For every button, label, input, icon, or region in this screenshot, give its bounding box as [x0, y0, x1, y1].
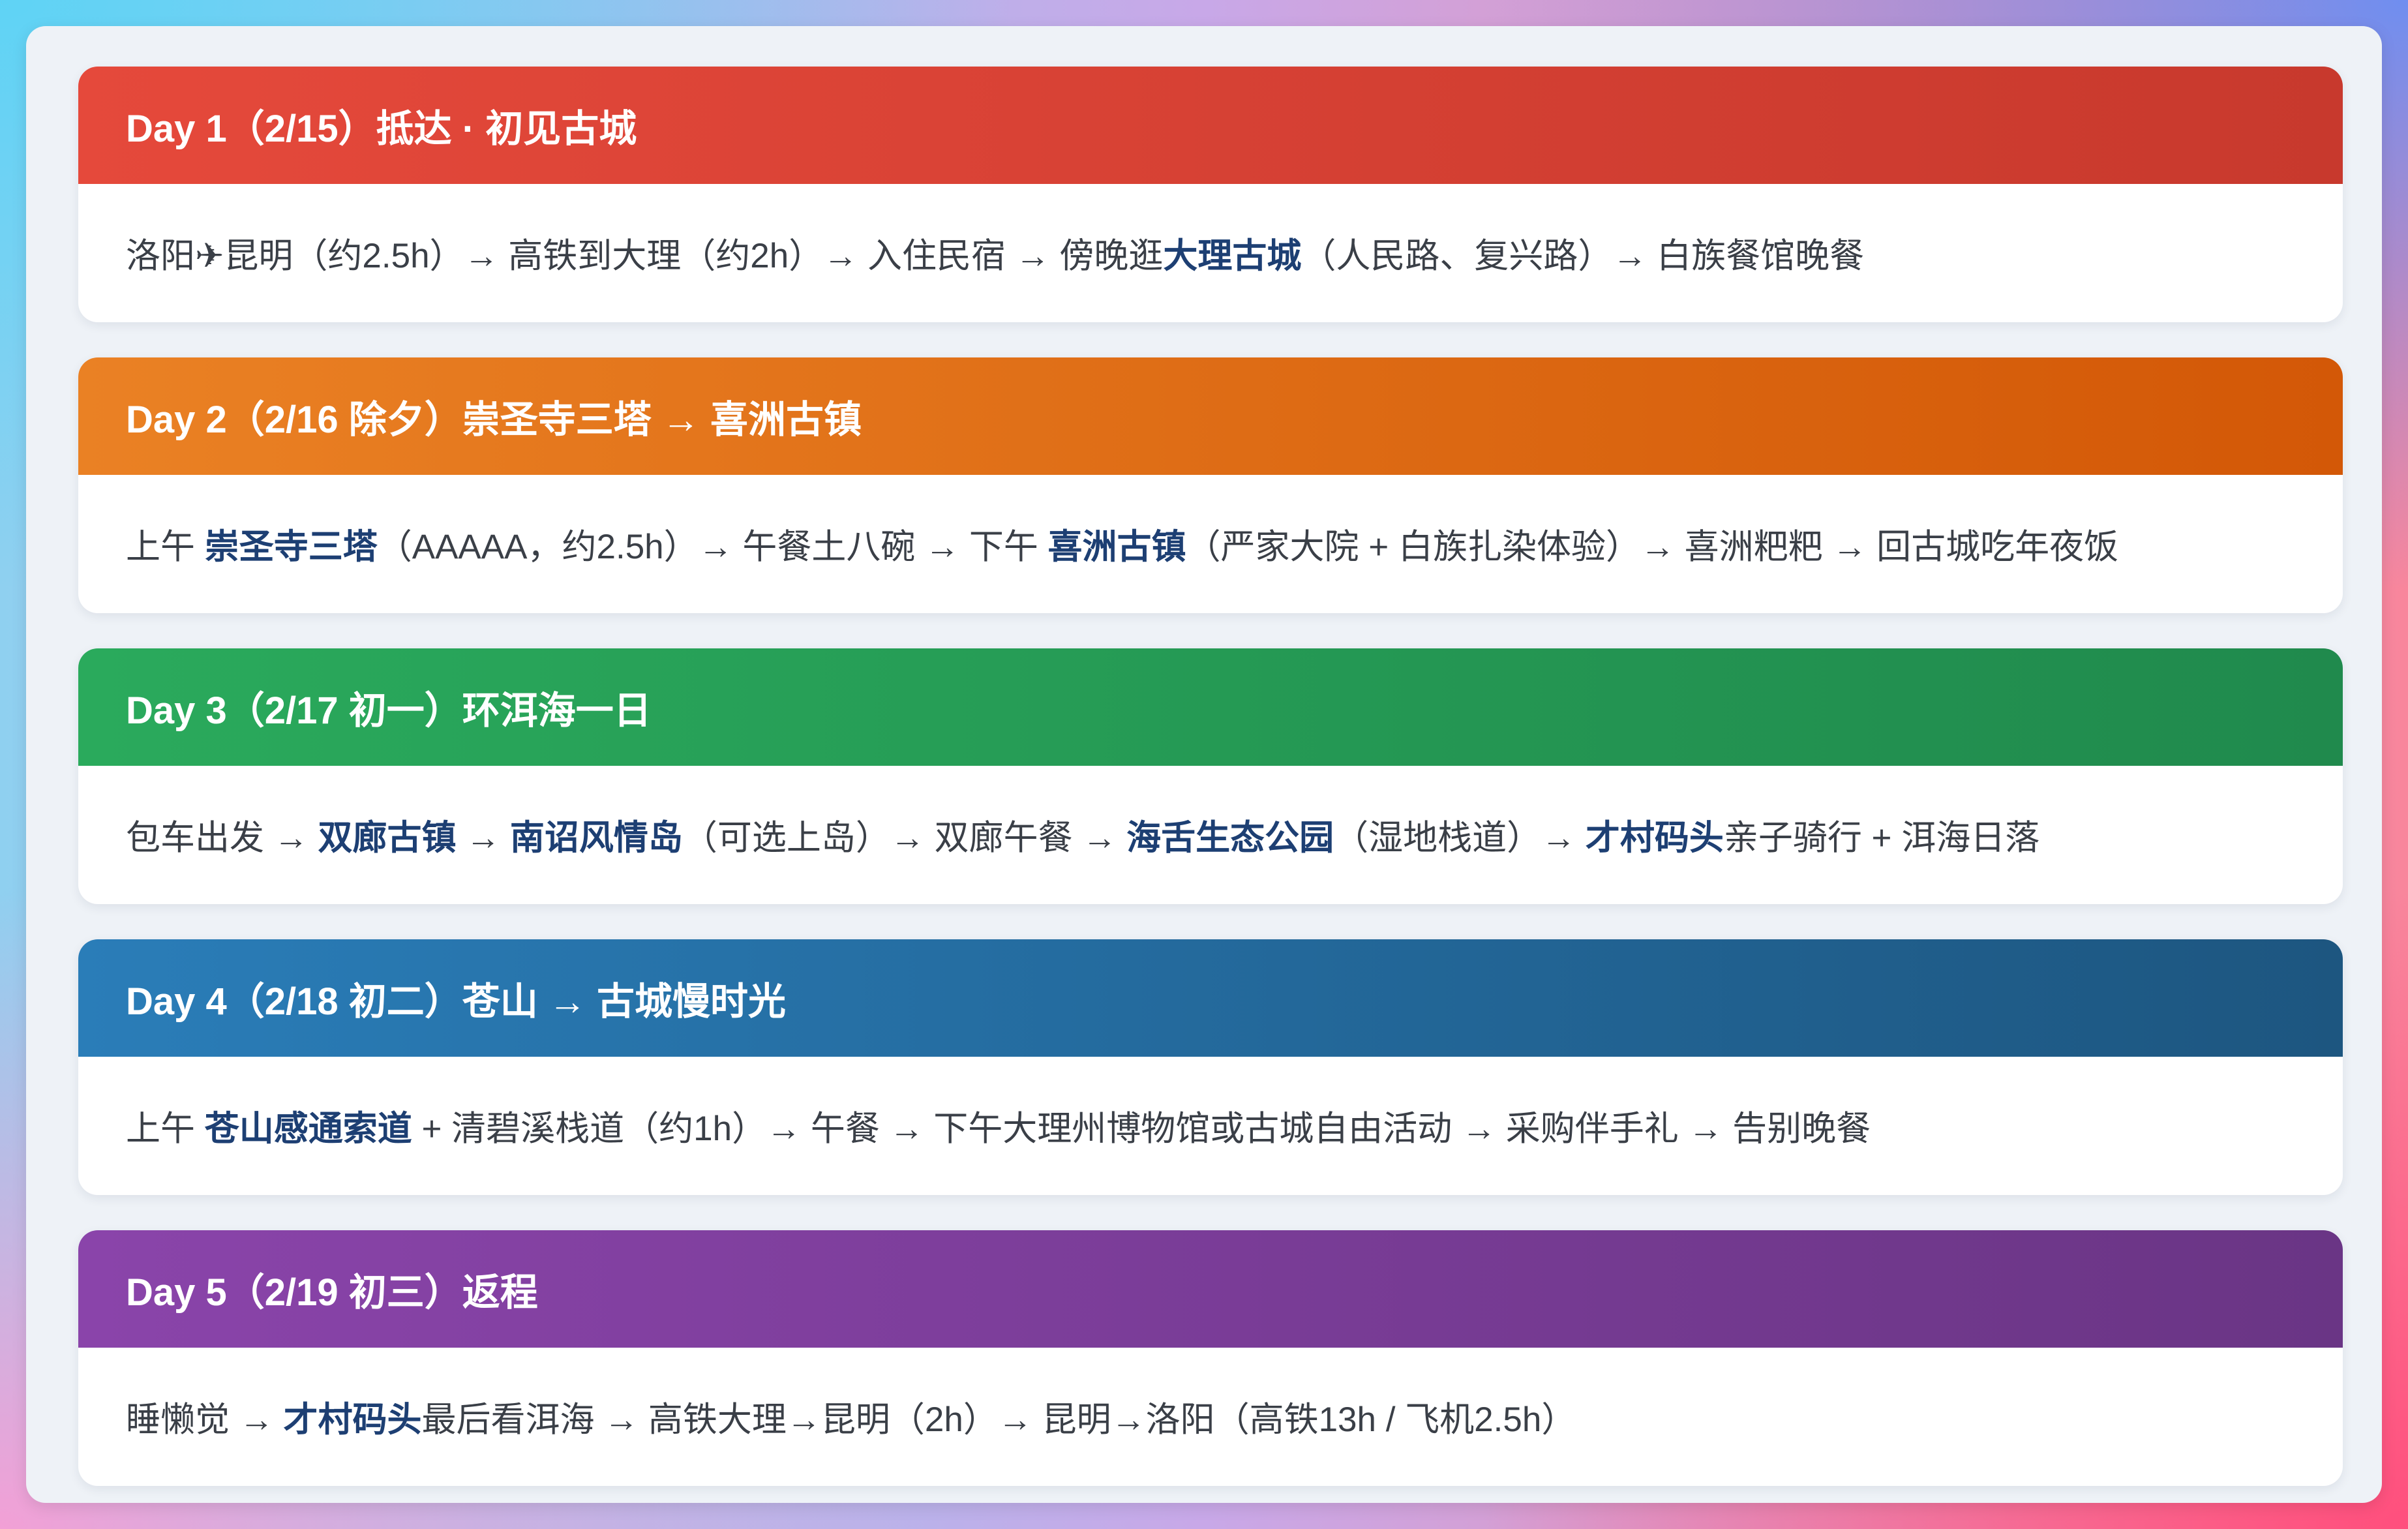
- day-header-2: Day 2（2/16 除夕）崇圣寺三塔 → 喜洲古镇: [78, 357, 2343, 475]
- day-title: Day 1（2/15）抵达 · 初见古城: [126, 108, 637, 150]
- day-card-1: Day 1（2/15）抵达 · 初见古城 洛阳✈昆明（约2.5h）→ 高铁到大理…: [78, 67, 2343, 322]
- route-text: （可选上岛）→ 双廊午餐 →: [682, 819, 1127, 857]
- route-text: （人民路、复兴路）→ 白族餐馆晚餐: [1301, 237, 1865, 275]
- route-highlight: 海舌生态公园: [1126, 819, 1334, 857]
- route-text: 睡懒觉 →: [126, 1400, 284, 1439]
- route-text: （AAAAA，约2.5h）→ 午餐土八碗 → 下午: [377, 528, 1048, 566]
- route-text: + 清碧溪栈道（约1h）→ 午餐 → 下午大理州博物馆或古城自由活动 → 采购伴…: [412, 1110, 1871, 1148]
- day-body-3: 包车出发 → 双廊古镇 → 南诏风情岛（可选上岛）→ 双廊午餐 → 海舌生态公园…: [78, 766, 2343, 904]
- itinerary-panel: Day 1（2/15）抵达 · 初见古城 洛阳✈昆明（约2.5h）→ 高铁到大理…: [26, 26, 2382, 1503]
- route-highlight: 喜洲古镇: [1047, 528, 1186, 566]
- day-card-4: Day 4（2/18 初二）苍山 → 古城慢时光 上午 苍山感通索道 + 清碧溪…: [78, 939, 2343, 1195]
- route-text: 包车出发 →: [126, 819, 318, 857]
- route-highlight: 南诏风情岛: [509, 819, 683, 857]
- day-header-4: Day 4（2/18 初二）苍山 → 古城慢时光: [78, 939, 2343, 1057]
- route-text: 洛阳✈昆明（约2.5h）→ 高铁到大理（约2h）→ 入住民宿 → 傍晚逛: [126, 237, 1164, 275]
- route-text: 最后看洱海 → 高铁大理→昆明（2h）→ 昆明→洛阳（高铁13h / 飞机2.5…: [421, 1400, 1576, 1439]
- day-card-2: Day 2（2/16 除夕）崇圣寺三塔 → 喜洲古镇 上午 崇圣寺三塔（AAAA…: [78, 357, 2343, 613]
- day-title: Day 3（2/17 初一）环洱海一日: [126, 689, 652, 732]
- day-title: Day 4（2/18 初二）苍山 → 古城慢时光: [126, 980, 786, 1023]
- day-title: Day 2（2/16 除夕）崇圣寺三塔 → 喜洲古镇: [126, 399, 862, 441]
- route-highlight: 大理古城: [1163, 237, 1302, 275]
- route-highlight: 双廊古镇: [318, 819, 457, 857]
- route-text: （湿地栈道）→: [1334, 819, 1586, 857]
- route-text: 上午: [126, 528, 205, 566]
- route-highlight: 苍山感通索道: [204, 1110, 412, 1148]
- day-body-4: 上午 苍山感通索道 + 清碧溪栈道（约1h）→ 午餐 → 下午大理州博物馆或古城…: [78, 1057, 2343, 1195]
- day-card-5: Day 5（2/19 初三）返程 睡懒觉 → 才村码头最后看洱海 → 高铁大理→…: [78, 1230, 2343, 1486]
- day-list: Day 1（2/15）抵达 · 初见古城 洛阳✈昆明（约2.5h）→ 高铁到大理…: [78, 67, 2343, 1486]
- day-body-1: 洛阳✈昆明（约2.5h）→ 高铁到大理（约2h）→ 入住民宿 → 傍晚逛大理古城…: [78, 184, 2343, 322]
- day-route: 睡懒觉 → 才村码头最后看洱海 → 高铁大理→昆明（2h）→ 昆明→洛阳（高铁1…: [126, 1392, 1576, 1442]
- day-route: 洛阳✈昆明（约2.5h）→ 高铁到大理（约2h）→ 入住民宿 → 傍晚逛大理古城…: [126, 228, 1864, 278]
- route-highlight: 才村码头: [1585, 819, 1724, 857]
- day-body-2: 上午 崇圣寺三塔（AAAAA，约2.5h）→ 午餐土八碗 → 下午 喜洲古镇（严…: [78, 475, 2343, 613]
- day-card-3: Day 3（2/17 初一）环洱海一日 包车出发 → 双廊古镇 → 南诏风情岛（…: [78, 648, 2343, 904]
- day-route: 包车出发 → 双廊古镇 → 南诏风情岛（可选上岛）→ 双廊午餐 → 海舌生态公园…: [126, 810, 2039, 860]
- route-text: 亲子骑行 + 洱海日落: [1723, 819, 2040, 857]
- route-text: →: [456, 819, 510, 857]
- route-highlight: 崇圣寺三塔: [204, 528, 378, 566]
- day-route: 上午 崇圣寺三塔（AAAAA，约2.5h）→ 午餐土八碗 → 下午 喜洲古镇（严…: [126, 519, 2118, 569]
- day-header-3: Day 3（2/17 初一）环洱海一日: [78, 648, 2343, 766]
- day-header-1: Day 1（2/15）抵达 · 初见古城: [78, 67, 2343, 184]
- route-highlight: 才村码头: [283, 1400, 422, 1439]
- day-body-5: 睡懒觉 → 才村码头最后看洱海 → 高铁大理→昆明（2h）→ 昆明→洛阳（高铁1…: [78, 1348, 2343, 1486]
- route-text: （严家大院 + 白族扎染体验）→ 喜洲粑粑 → 回古城吃年夜饭: [1186, 528, 2119, 566]
- route-text: 上午: [126, 1110, 205, 1148]
- day-route: 上午 苍山感通索道 + 清碧溪栈道（约1h）→ 午餐 → 下午大理州博物馆或古城…: [126, 1101, 1871, 1151]
- day-header-5: Day 5（2/19 初三）返程: [78, 1230, 2343, 1348]
- day-title: Day 5（2/19 初三）返程: [126, 1271, 538, 1314]
